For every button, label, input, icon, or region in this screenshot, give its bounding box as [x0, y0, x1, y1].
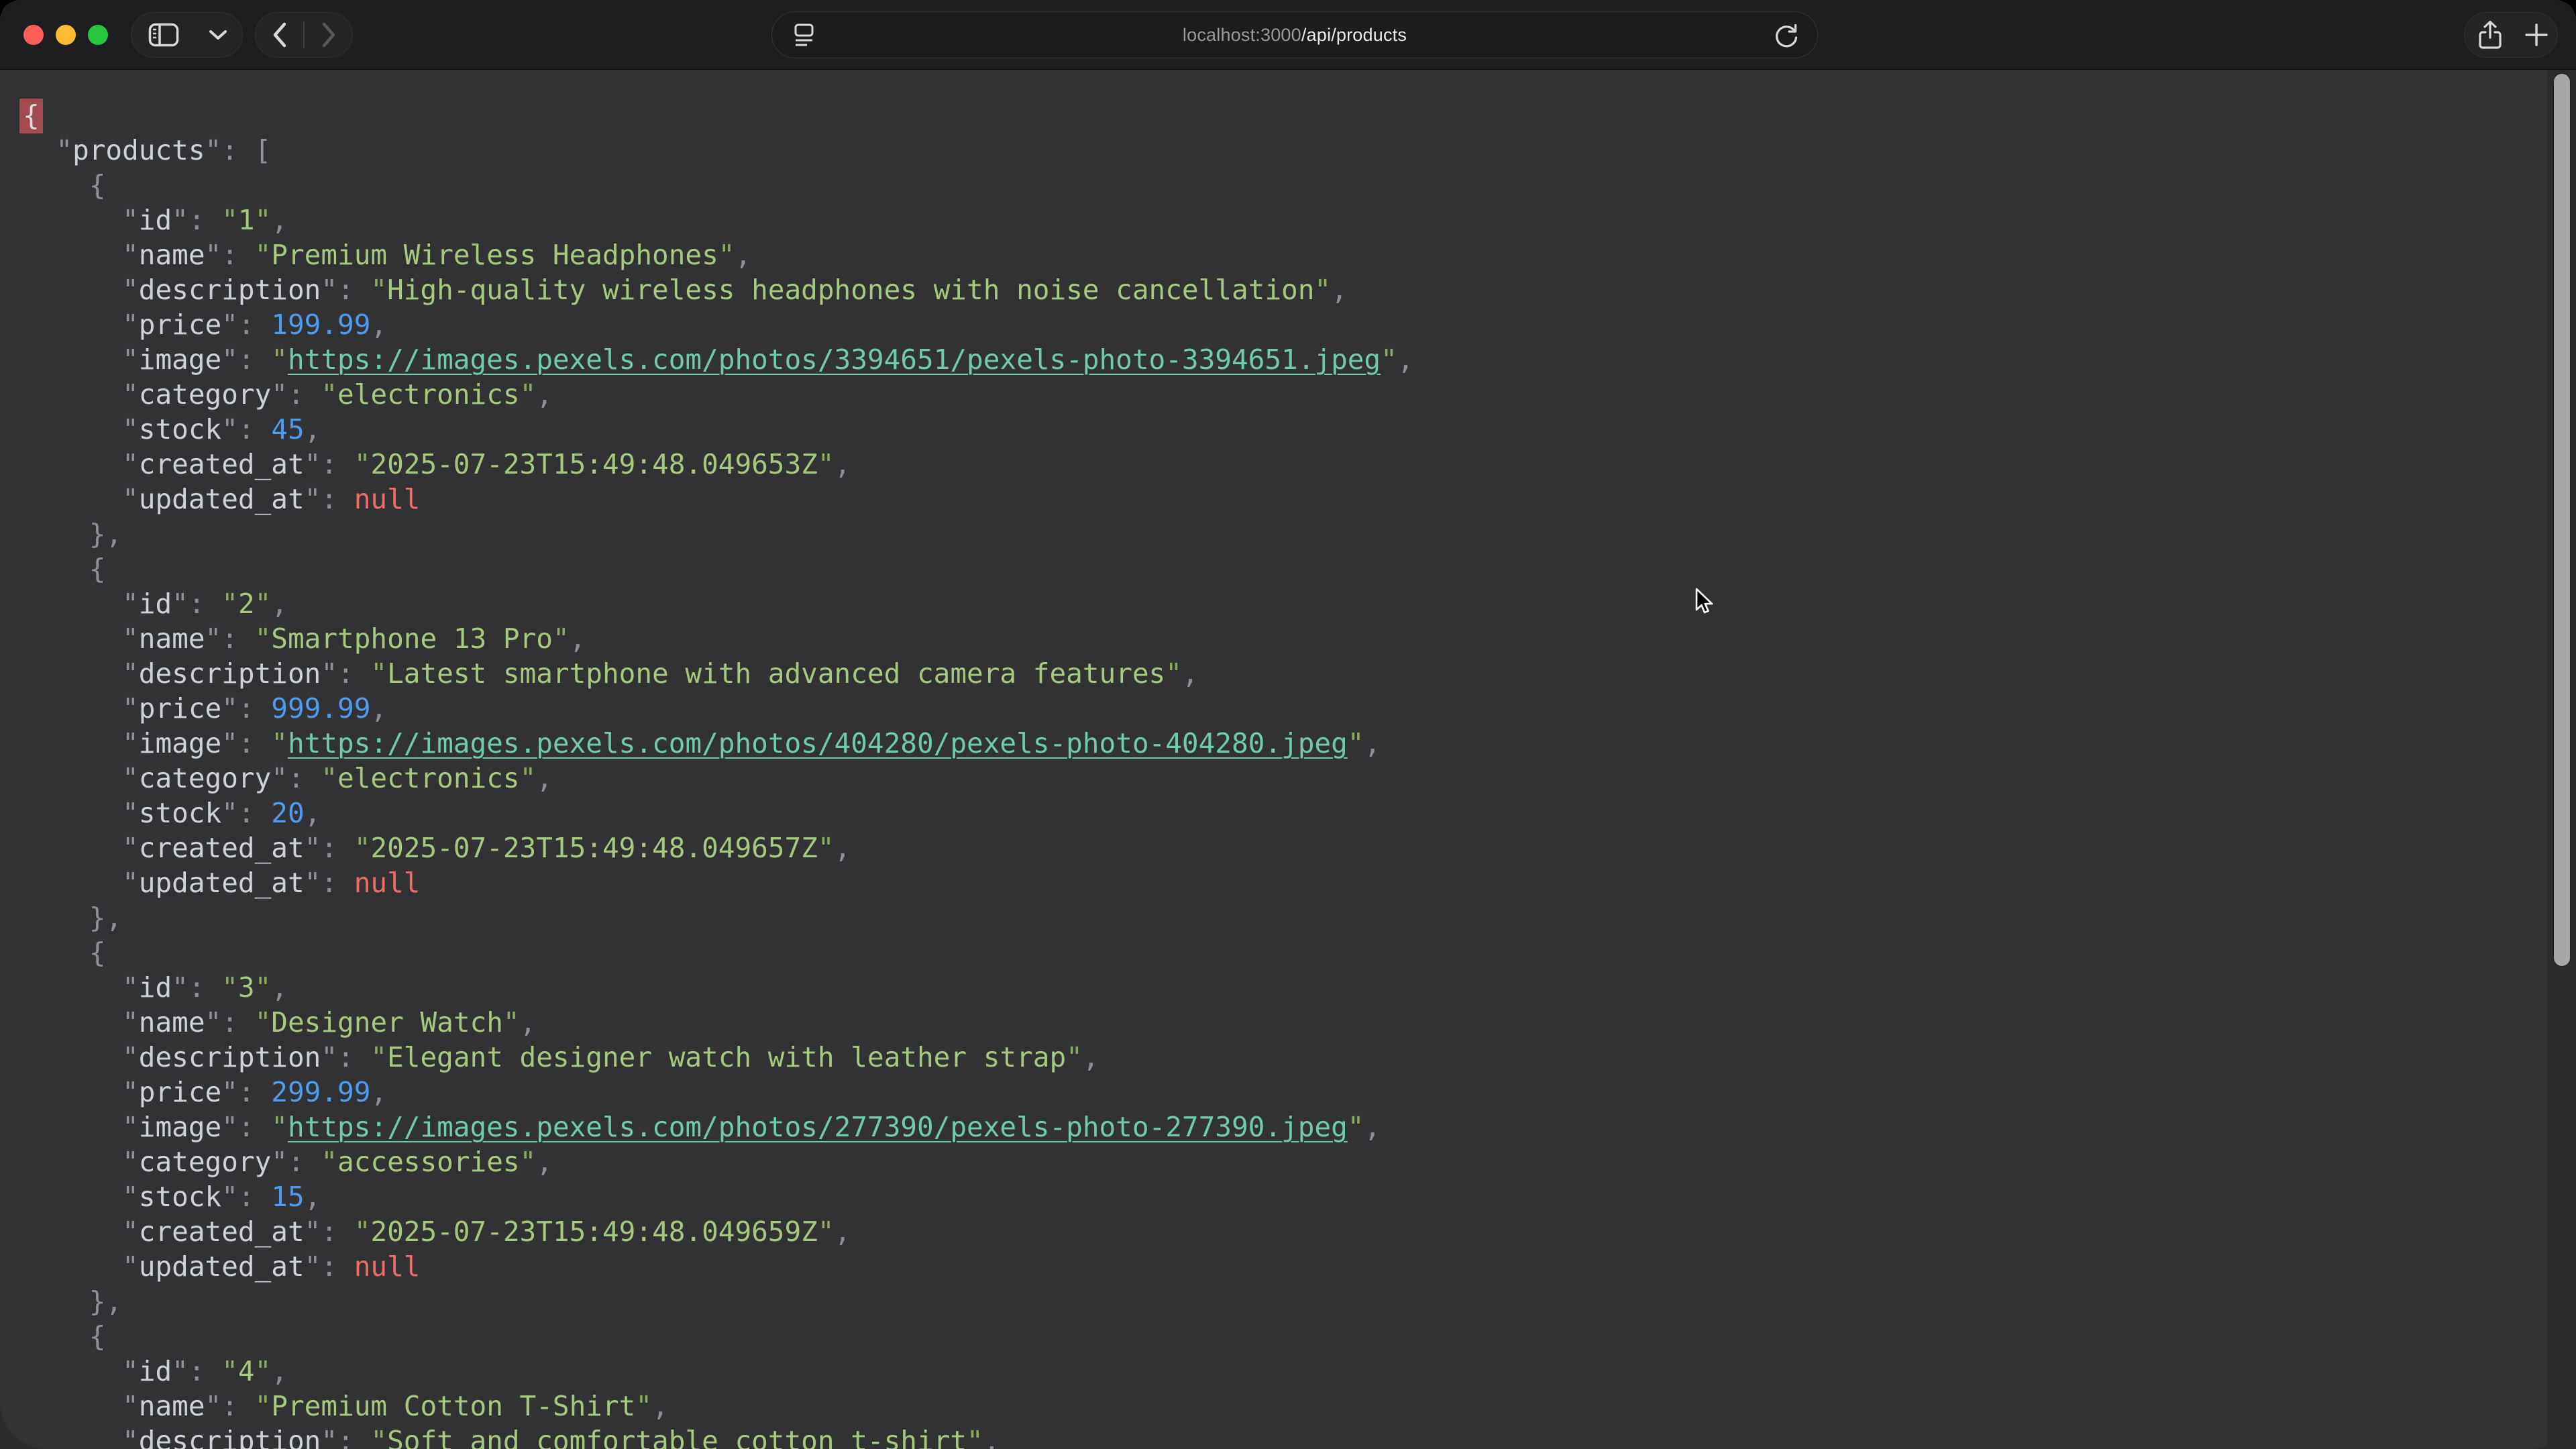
tab-groups-menu-button[interactable]: [195, 13, 241, 57]
sidebar-icon: [148, 23, 179, 47]
share-icon: [2477, 19, 2503, 50]
browser-toolbar: localhost:3000/api/products: [0, 0, 2576, 70]
address-bar[interactable]: localhost:3000/api/products: [771, 11, 1818, 58]
image-link[interactable]: https://images.pexels.com/photos/277390/…: [288, 1111, 1348, 1143]
json-document: { "products": [ { "id": "1", "name": "Pr…: [0, 70, 2546, 1449]
safari-window: localhost:3000/api/products: [0, 0, 2576, 1449]
navigation-button-group: [255, 12, 353, 58]
forward-button[interactable]: [305, 13, 352, 57]
plus-icon: [2524, 23, 2548, 47]
highlighted-open-brace: {: [19, 99, 43, 133]
scrollbar-thumb[interactable]: [2554, 74, 2570, 966]
back-button[interactable]: [256, 13, 303, 57]
image-link[interactable]: https://images.pexels.com/photos/404280/…: [288, 727, 1348, 759]
url-text: localhost:3000/api/products: [1183, 25, 1407, 46]
new-tab-button[interactable]: [2516, 13, 2557, 57]
json-viewer: { "products": [ { "id": "1", "name": "Pr…: [0, 70, 2576, 1449]
window-controls: [23, 25, 108, 45]
image-link[interactable]: https://images.pexels.com/photos/3394651…: [288, 343, 1381, 376]
reload-button[interactable]: [1773, 12, 1799, 58]
minimize-window-button[interactable]: [56, 25, 76, 45]
actions-button-group: [2464, 12, 2558, 58]
toggle-sidebar-button[interactable]: [131, 13, 195, 57]
chevron-left-icon: [272, 22, 287, 48]
url-host: localhost:3000: [1183, 25, 1301, 45]
share-button[interactable]: [2465, 13, 2516, 57]
scrollbar-track[interactable]: [2546, 70, 2576, 1449]
chevron-right-icon: [321, 22, 336, 48]
url-path: /api/products: [1301, 25, 1407, 45]
close-window-button[interactable]: [23, 25, 44, 45]
page-settings-icon: [791, 22, 816, 48]
reload-icon: [1773, 22, 1799, 48]
zoom-window-button[interactable]: [88, 25, 108, 45]
chevron-down-icon: [209, 29, 227, 41]
page-settings-button[interactable]: [791, 12, 816, 58]
sidebar-button-group: [131, 12, 243, 58]
